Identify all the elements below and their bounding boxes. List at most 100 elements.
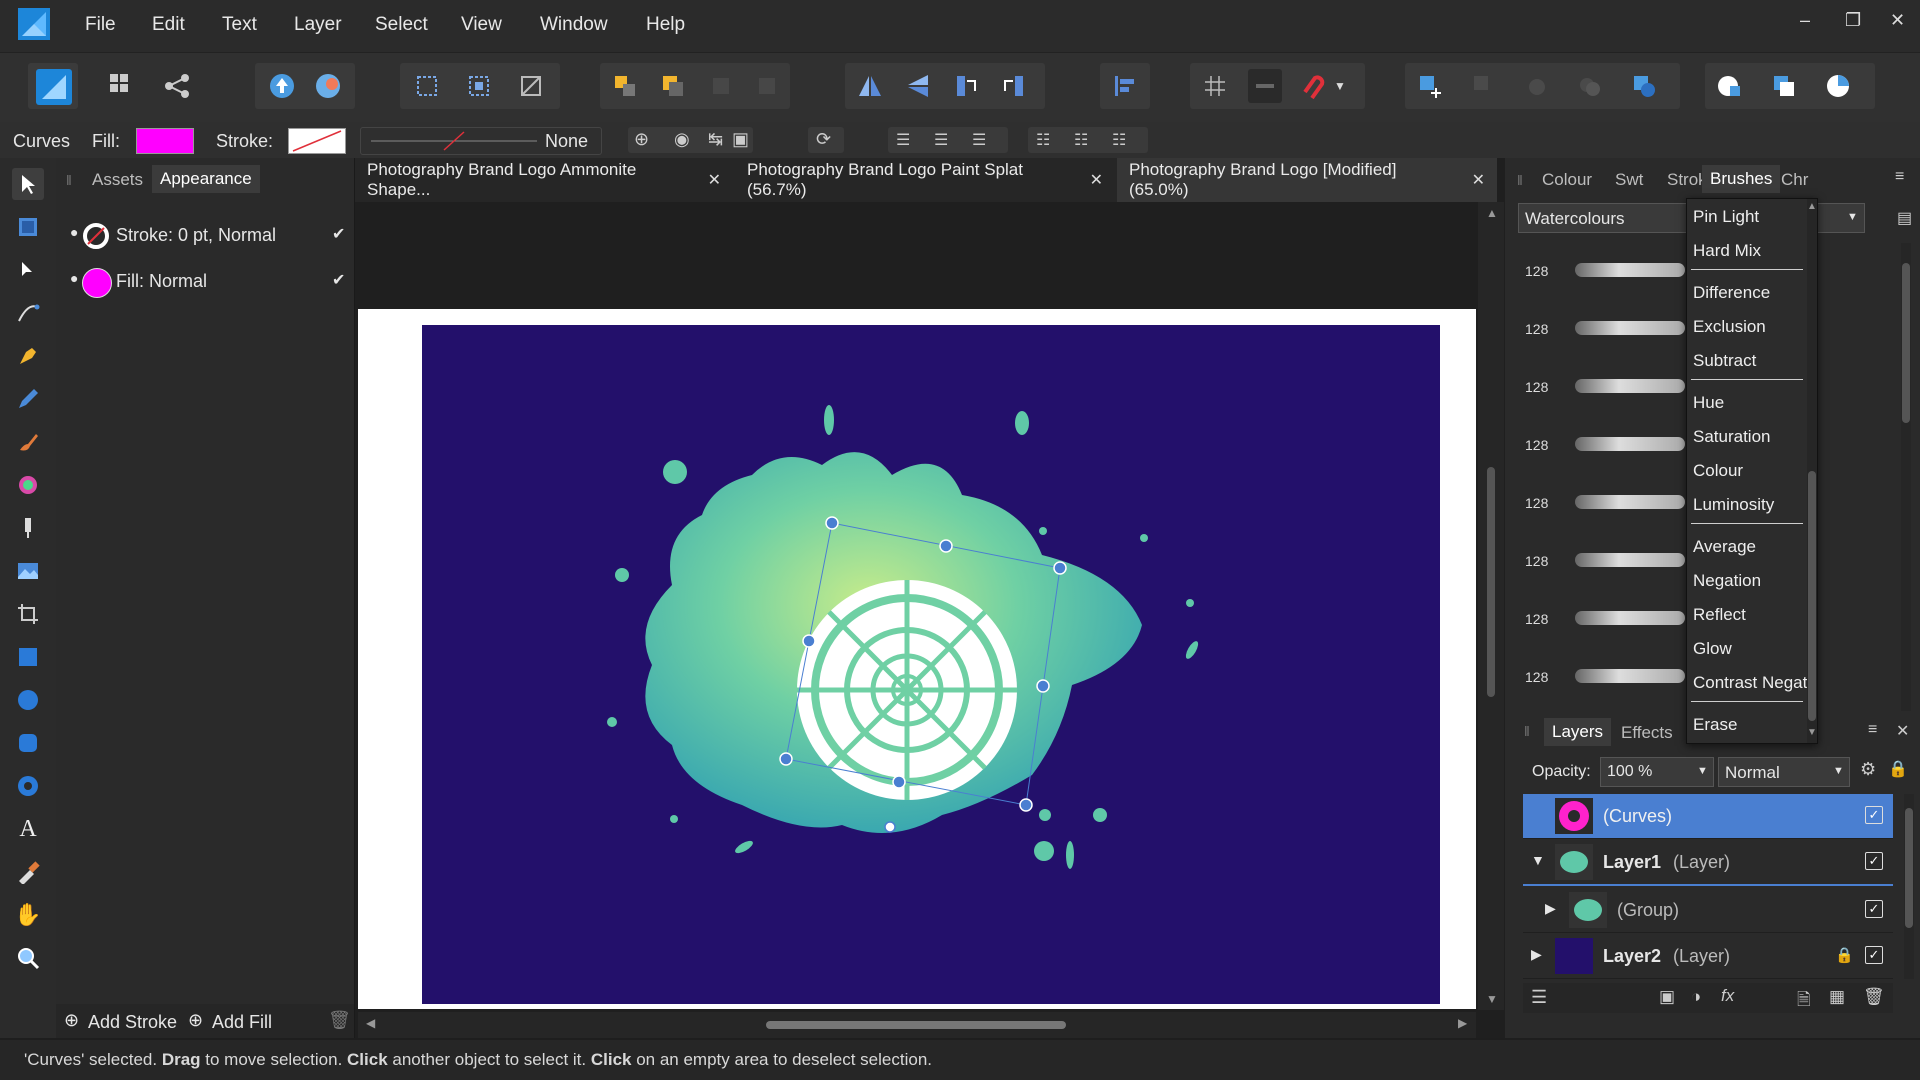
select-none-icon[interactable] [462, 69, 496, 103]
align-top-icon[interactable]: ☷ [1036, 130, 1050, 150]
brushes-scroll-thumb[interactable] [1902, 263, 1910, 423]
add-fill-icon[interactable]: ⊕ [188, 1010, 203, 1031]
opacity-select[interactable]: 100 % ▼ [1600, 757, 1714, 787]
brush-item[interactable]: 128 [1525, 309, 1685, 349]
new-layer-icon[interactable]: 🗎 [1797, 987, 1811, 1016]
brush-item[interactable]: 128 [1525, 541, 1685, 581]
zoom-tool-icon[interactable] [12, 942, 44, 974]
gear-icon[interactable]: ⚙ [1860, 759, 1876, 780]
layer-visible-checkbox[interactable]: ✓ [1865, 900, 1883, 918]
doc-tab-ammonite[interactable]: Photography Brand Logo Ammonite Shape...… [355, 158, 733, 202]
insert-top-icon[interactable] [1821, 69, 1855, 103]
stroke-row[interactable]: ● Stroke: 0 pt, Normal ✔ [66, 218, 345, 254]
fill-row[interactable]: ● Fill: Normal ✔ [66, 264, 345, 300]
tab-effects[interactable]: Effects [1621, 723, 1673, 743]
close-tab-icon[interactable]: ✕ [708, 170, 721, 190]
select-all-icon[interactable] [410, 69, 444, 103]
node-tool-icon[interactable] [12, 254, 44, 286]
logo-artwork[interactable] [422, 325, 1440, 1004]
tab-assets[interactable]: Assets [92, 170, 143, 190]
fill-visible-checkbox[interactable]: ✔ [332, 270, 345, 290]
dropdown-scroll-thumb[interactable] [1808, 471, 1816, 721]
vertical-scrollbar[interactable]: ▲ ▼ [1478, 202, 1504, 1010]
designer-persona-icon[interactable] [36, 69, 72, 105]
blend-option-erase[interactable]: Erase [1693, 715, 1737, 735]
tab-appearance[interactable]: Appearance [152, 165, 260, 193]
scroll-up-icon[interactable]: ▲ [1807, 201, 1817, 212]
expand-chevron-icon[interactable]: ▼ [1531, 852, 1545, 868]
assistant-icon[interactable] [311, 69, 345, 103]
snapping-dropdown-icon[interactable]: ▼ [1330, 69, 1350, 103]
move-back-icon[interactable] [656, 69, 690, 103]
menu-select[interactable]: Select [375, 14, 428, 36]
hand-tool-icon[interactable]: ✋ [12, 899, 44, 931]
align-bottom-icon[interactable]: ☷ [1112, 130, 1126, 150]
lock-icon[interactable]: 🔒 [1835, 946, 1854, 964]
line-style-selector[interactable]: None [360, 127, 602, 155]
crop-tool-icon[interactable] [12, 598, 44, 630]
minimize-icon[interactable]: – [1800, 10, 1810, 31]
corner-tool-icon[interactable] [12, 297, 44, 329]
brush-item[interactable]: 128 [1525, 251, 1685, 291]
rotate-right-icon[interactable] [997, 69, 1031, 103]
blend-option-glow[interactable]: Glow [1693, 639, 1732, 659]
expand-chevron-icon[interactable]: ▶ [1545, 900, 1556, 917]
snapping-magnet-icon[interactable] [1296, 69, 1330, 103]
add-shape-icon[interactable] [1413, 69, 1447, 103]
canvas-background[interactable] [422, 325, 1440, 1004]
list-view-icon[interactable]: ▤ [1897, 208, 1912, 228]
transform-icon[interactable]: ▣ [732, 129, 749, 150]
add-stroke-icon[interactable]: ⊕ [64, 1010, 79, 1031]
blend-option-negation[interactable]: Negation [1693, 571, 1761, 591]
doc-tab-paint-splat[interactable]: Photography Brand Logo Paint Splat (56.7… [735, 158, 1115, 202]
align-icon[interactable] [1108, 69, 1142, 103]
move-to-front-icon[interactable] [750, 69, 784, 103]
menu-help[interactable]: Help [646, 14, 685, 36]
close-panel-icon[interactable]: ✕ [1896, 721, 1909, 741]
visibility-icon[interactable]: ◉ [674, 129, 690, 150]
move-forward-icon[interactable] [704, 69, 738, 103]
flip-vertical-icon[interactable] [901, 69, 935, 103]
rounded-rectangle-tool-icon[interactable] [12, 727, 44, 759]
stroke-swatch[interactable] [288, 128, 346, 154]
adjustment-icon[interactable]: ◑ [1691, 987, 1701, 1007]
blend-option-contrast-negate[interactable]: Contrast Negate [1693, 673, 1817, 693]
align-middle-icon[interactable]: ☷ [1074, 130, 1088, 150]
scroll-left-icon[interactable]: ◀ [366, 1016, 375, 1030]
tab-brushes[interactable]: Brushes [1702, 165, 1781, 193]
blend-option-saturation[interactable]: Saturation [1693, 427, 1771, 447]
blend-option-average[interactable]: Average [1693, 537, 1756, 557]
tab-colour[interactable]: Colour [1542, 170, 1592, 190]
panel-menu-icon[interactable]: ≡ [1868, 721, 1877, 739]
brush-item[interactable]: 128 [1525, 599, 1685, 639]
blend-mode-select[interactable]: Normal ▼ [1718, 757, 1850, 787]
close-icon[interactable]: ✕ [1890, 10, 1905, 31]
horizontal-scroll-thumb[interactable] [766, 1021, 1066, 1029]
add-fill-button[interactable]: Add Fill [212, 1012, 272, 1033]
move-tool-icon[interactable] [12, 168, 44, 200]
vector-brush-tool-icon[interactable] [12, 426, 44, 458]
menu-edit[interactable]: Edit [152, 14, 185, 36]
expand-chevron-icon[interactable]: ▶ [1531, 946, 1542, 963]
pen-tool-icon[interactable] [12, 340, 44, 372]
pixel-persona-icon[interactable] [105, 69, 139, 103]
guides-icon[interactable] [1248, 69, 1282, 103]
layers-stack-icon[interactable]: ☰ [1531, 987, 1547, 1008]
blend-option-pin-light[interactable]: Pin Light [1693, 207, 1759, 227]
stroke-visible-checkbox[interactable]: ✔ [332, 224, 345, 244]
brush-item[interactable]: 128 [1525, 367, 1685, 407]
insert-inside-icon[interactable] [1713, 69, 1747, 103]
trash-icon[interactable]: 🗑 [328, 1010, 351, 1031]
scroll-up-icon[interactable]: ▲ [1486, 206, 1498, 220]
tab-character[interactable]: Chr [1781, 170, 1808, 190]
menu-file[interactable]: File [85, 14, 116, 36]
distribute-icon[interactable]: ↹ [708, 129, 723, 150]
align-left-icon[interactable]: ☰ [896, 130, 910, 150]
share-icon[interactable] [160, 69, 194, 103]
menu-text[interactable]: Text [222, 14, 257, 36]
donut-tool-icon[interactable] [12, 770, 44, 802]
tab-layers[interactable]: Layers [1544, 718, 1612, 746]
menu-window[interactable]: Window [540, 14, 608, 36]
place-image-tool-icon[interactable] [12, 555, 44, 587]
grid-icon[interactable] [1198, 69, 1232, 103]
